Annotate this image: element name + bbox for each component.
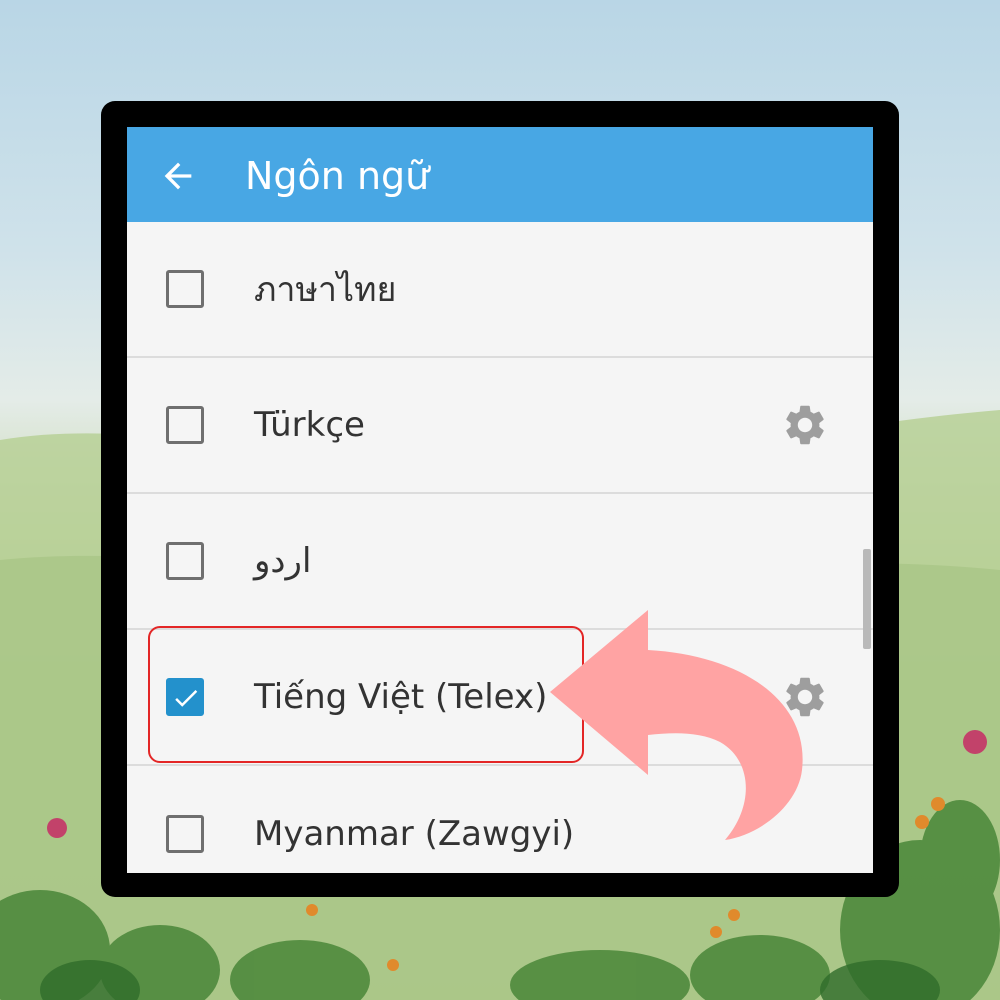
annotation-arrow-icon bbox=[550, 610, 803, 840]
language-label: Myanmar (Zawgyi) bbox=[254, 814, 575, 854]
app-bar: Ngôn ngữ bbox=[127, 127, 873, 222]
language-label: Türkçe bbox=[254, 405, 365, 445]
page-title: Ngôn ngữ bbox=[245, 154, 430, 198]
checkbox-thai[interactable] bbox=[166, 270, 204, 308]
highlight-box bbox=[148, 626, 584, 763]
list-item-turkish[interactable]: Türkçe bbox=[127, 358, 873, 494]
gear-icon[interactable] bbox=[781, 401, 829, 449]
scrollbar[interactable] bbox=[863, 549, 871, 649]
back-button[interactable] bbox=[149, 147, 207, 205]
checkbox-turkish[interactable] bbox=[166, 406, 204, 444]
list-item-thai[interactable]: ภาษาไทย bbox=[127, 222, 873, 358]
arrow-left-icon bbox=[164, 162, 192, 190]
checkbox-myanmar-zawgyi[interactable] bbox=[166, 815, 204, 853]
language-label: ภาษาไทย bbox=[254, 270, 397, 310]
checkbox-urdu[interactable] bbox=[166, 542, 204, 580]
language-label: اردو bbox=[254, 541, 312, 581]
